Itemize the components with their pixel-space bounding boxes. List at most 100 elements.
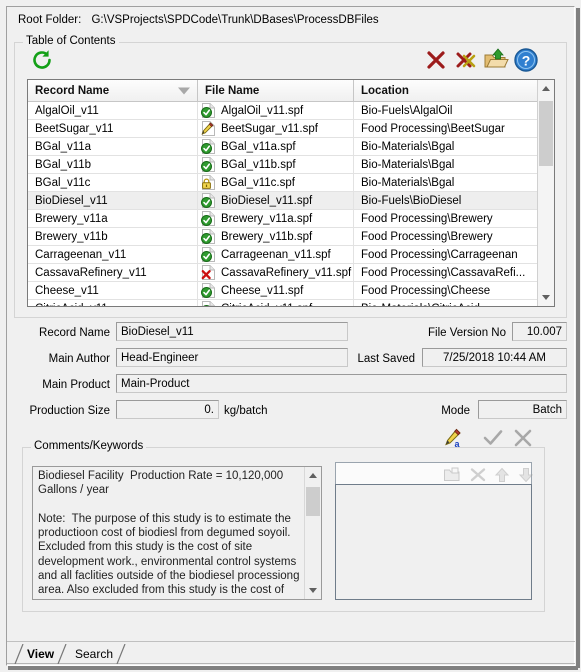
cell-file-name-label: AlgalOil_v11.spf bbox=[221, 104, 304, 117]
cell-location: Food Processing\Carrageenan bbox=[361, 248, 518, 261]
cell-file-name: BGal_v11a.spf bbox=[198, 138, 354, 155]
cell-file-name-label: BGal_v11c.spf bbox=[221, 176, 295, 189]
table-row[interactable]: BioDiesel_v11 BioDiesel_v11.spf Bio-Fuels\… bbox=[28, 192, 554, 210]
file-version-input[interactable]: 10.007 bbox=[512, 322, 567, 341]
cell-record-name: AlgalOil_v11 bbox=[28, 102, 198, 119]
column-header-label: Location bbox=[361, 84, 409, 97]
cell-location: Bio-Fuels\AlgalOil bbox=[361, 104, 453, 117]
delete-item-icon[interactable] bbox=[468, 466, 488, 483]
tab-edge-right bbox=[116, 644, 126, 664]
keywords-list[interactable] bbox=[335, 484, 532, 600]
file-status-ok-icon bbox=[201, 229, 216, 244]
keywords-panel bbox=[335, 462, 534, 602]
table-row[interactable]: CassavaRefinery_v11 CassavaRefinery_v11.s… bbox=[28, 264, 554, 282]
main-author-input[interactable]: Head-Engineer bbox=[116, 348, 348, 367]
records-grid[interactable]: Record Name File Name Location AlgalOil_… bbox=[27, 79, 555, 307]
svg-text:?: ? bbox=[522, 53, 531, 69]
delete-all-icon[interactable] bbox=[453, 47, 479, 73]
chevron-down-icon bbox=[542, 295, 550, 300]
chevron-up-icon bbox=[542, 86, 550, 91]
column-header-location[interactable]: Location bbox=[354, 80, 538, 101]
file-status-ok-icon bbox=[201, 193, 216, 208]
root-folder-line: Root Folder: G:\VSProjects\SPDCode\Trunk… bbox=[18, 14, 379, 26]
record-name-input[interactable]: BioDiesel_v11 bbox=[116, 322, 348, 341]
move-up-icon[interactable] bbox=[492, 466, 512, 483]
mode-value[interactable]: Batch bbox=[478, 400, 567, 419]
refresh-icon[interactable] bbox=[29, 47, 55, 73]
scroll-down-button[interactable] bbox=[538, 289, 554, 306]
cell-record-name: CassavaRefinery_v11 bbox=[28, 264, 198, 281]
table-row[interactable]: BGal_v11b BGal_v11b.spf Bio-Materials\Bgal bbox=[28, 156, 554, 174]
scroll-down-button[interactable] bbox=[305, 582, 321, 599]
toc-toolbar: ? bbox=[15, 43, 566, 77]
column-header-label: Record Name bbox=[35, 84, 110, 97]
cell-file-name-label: Cheese_v11.spf bbox=[221, 284, 304, 297]
table-of-contents-group: Table of Contents ? Record Name File Nam… bbox=[14, 35, 567, 318]
record-name-label: Record Name bbox=[39, 327, 110, 339]
cell-file-name-label: CassavaRefinery_v11.spf bbox=[221, 266, 352, 279]
table-row[interactable]: Brewery_v11b Brewery_v11b.spf Food Process… bbox=[28, 228, 554, 246]
comments-vertical-scrollbar[interactable] bbox=[304, 467, 321, 599]
keywords-toolbar bbox=[335, 462, 534, 484]
cell-file-name: Brewery_v11a.spf bbox=[198, 210, 354, 227]
table-row[interactable]: Cheese_v11 Cheese_v11.spf Food Processing\… bbox=[28, 282, 554, 300]
table-row[interactable]: CitricAcid_v11 CitricAcid_v11.spf Bio-Mate… bbox=[28, 300, 554, 307]
chevron-up-icon bbox=[309, 473, 317, 478]
table-row[interactable]: Brewery_v11a Brewery_v11a.spf Food Process… bbox=[28, 210, 554, 228]
comments-text: Biodiesel Facility Production Rate = 10,… bbox=[38, 470, 300, 599]
file-version-label: File Version No bbox=[428, 327, 506, 339]
table-row[interactable]: BeetSugar_v11 BeetSugar_v11.spf Food Proce… bbox=[28, 120, 554, 138]
cell-file-name: BeetSugar_v11.spf bbox=[198, 120, 354, 137]
cell-file-name: BioDiesel_v11.spf bbox=[198, 192, 354, 209]
cell-record-name: Carrageenan_v11 bbox=[28, 246, 198, 263]
grid-vertical-scrollbar[interactable] bbox=[537, 80, 554, 306]
tab-edge-left bbox=[14, 644, 24, 664]
cell-location: Food Processing\Brewery bbox=[361, 212, 493, 225]
window-shadow-bottom bbox=[8, 666, 578, 670]
production-size-input[interactable]: 0. bbox=[116, 400, 219, 419]
window-shadow-right bbox=[576, 8, 580, 668]
root-folder-label: Root Folder: bbox=[18, 14, 82, 26]
delete-icon[interactable] bbox=[423, 47, 449, 73]
move-down-icon[interactable] bbox=[516, 466, 536, 483]
cell-record-name: Brewery_v11b bbox=[28, 228, 198, 245]
column-header-record-name[interactable]: Record Name bbox=[28, 80, 198, 101]
table-row[interactable]: AlgalOil_v11 AlgalOil_v11.spf Bio-Fuels\Al… bbox=[28, 102, 554, 120]
table-row[interactable]: Carrageenan_v11 Carrageenan_v11.spf Food P… bbox=[28, 246, 554, 264]
scrollbar-thumb[interactable] bbox=[539, 100, 553, 167]
last-saved-value: 7/25/2018 10:44 AM bbox=[422, 348, 567, 367]
file-status-ok-icon bbox=[201, 139, 216, 154]
cell-file-name-label: BeetSugar_v11.spf bbox=[221, 122, 318, 135]
table-row[interactable]: BGal_v11c BGal_v11c.spf Bio-Materials\Bgal bbox=[28, 174, 554, 192]
chevron-down-icon bbox=[309, 588, 317, 593]
cell-file-name: CassavaRefinery_v11.spf bbox=[198, 264, 354, 281]
cell-record-name: BGal_v11c bbox=[28, 174, 198, 191]
grid-header-row: Record Name File Name Location bbox=[28, 80, 554, 102]
cell-location: Food Processing\CassavaRefi... bbox=[361, 266, 526, 279]
tab-view[interactable]: View bbox=[14, 644, 67, 664]
column-header-file-name[interactable]: File Name bbox=[198, 80, 354, 101]
tab-search[interactable]: Search bbox=[69, 644, 126, 664]
main-product-input[interactable]: Main-Product bbox=[116, 374, 567, 393]
cell-file-name: CitricAcid_v11.spf bbox=[198, 300, 354, 306]
comments-textarea[interactable]: Biodiesel Facility Production Rate = 10,… bbox=[32, 466, 322, 600]
comments-keywords-group: Comments/Keywords Biodiesel Facility Pro… bbox=[22, 440, 545, 612]
cell-file-name-label: BGal_v11a.spf bbox=[221, 140, 296, 153]
scroll-up-button[interactable] bbox=[305, 467, 321, 484]
cell-file-name-label: Brewery_v11a.spf bbox=[221, 212, 313, 225]
scrollbar-thumb[interactable] bbox=[306, 486, 320, 517]
cell-location: Bio-Materials\CitricAcid bbox=[354, 300, 538, 307]
open-folder-icon[interactable] bbox=[483, 47, 509, 73]
file-status-locked-icon bbox=[201, 175, 216, 190]
table-row[interactable]: BGal_v11a BGal_v11a.spf Bio-Materials\Bgal bbox=[28, 138, 554, 156]
last-saved-label: Last Saved bbox=[357, 353, 415, 365]
cell-file-name-label: Brewery_v11b.spf bbox=[221, 230, 313, 243]
cell-file-name: Carrageenan_v11.spf bbox=[198, 246, 354, 263]
new-item-icon[interactable] bbox=[442, 466, 462, 483]
cell-location: Food Processing\BeetSugar bbox=[361, 122, 505, 135]
file-status-ok-icon bbox=[201, 103, 216, 118]
file-status-edit-icon bbox=[201, 121, 216, 136]
scroll-up-button[interactable] bbox=[538, 80, 554, 97]
cell-record-name: BioDiesel_v11 bbox=[28, 192, 198, 209]
help-icon[interactable]: ? bbox=[513, 47, 539, 73]
